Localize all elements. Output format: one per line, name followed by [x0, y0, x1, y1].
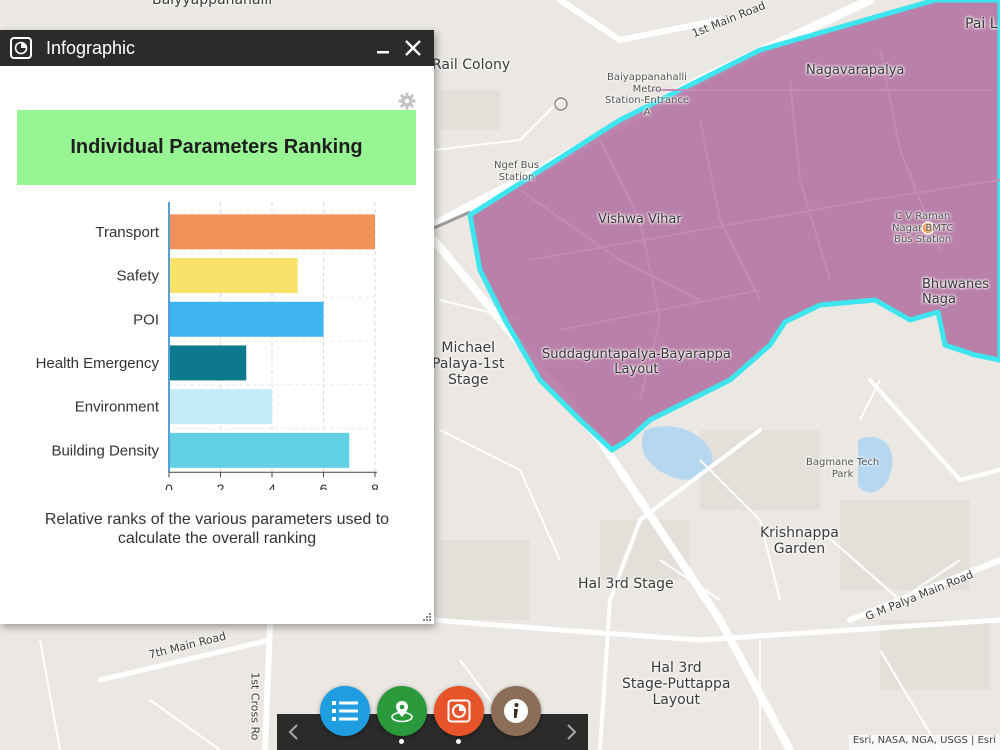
- bar-building-density: [169, 432, 350, 468]
- x-tick-label: 2: [217, 481, 225, 490]
- resize-handle-icon[interactable]: [421, 611, 431, 621]
- bar-health-emergency: [169, 345, 247, 381]
- close-button[interactable]: [400, 35, 426, 61]
- x-tick-label: 8: [371, 481, 379, 490]
- category-label: POI: [133, 311, 159, 328]
- category-label: Safety: [116, 268, 159, 285]
- bar-poi: [169, 301, 324, 337]
- map-label-1st-cross-road: 1st Cross Ro: [248, 672, 262, 741]
- map-label-metro-station: Baiyappanahalli Metro Station-Entrance A: [605, 72, 689, 118]
- layer-list-button[interactable]: [320, 686, 370, 736]
- map-label-nagavarapalya: Nagavarapalya: [806, 63, 905, 78]
- infographic-panel: Infographic Individual Parameters Rankin…: [0, 30, 434, 624]
- active-indicator: [456, 739, 461, 744]
- bar-safety: [169, 258, 298, 294]
- x-tick-label: 6: [320, 481, 328, 490]
- map-label-pai-layout: Pai L: [965, 16, 998, 32]
- map-label-bhuwaneshwari-nagar: Bhuwanes Naga: [922, 277, 990, 307]
- minimize-button[interactable]: [370, 35, 396, 61]
- settings-button[interactable]: [398, 92, 416, 110]
- map-pin-icon: [391, 701, 413, 723]
- chevron-left-icon: [288, 724, 298, 740]
- location-button[interactable]: [377, 686, 427, 736]
- map-label-hal-puttappa-layout: Hal 3rd Stage-Puttappa Layout: [622, 660, 731, 709]
- map-label-krishnappa-garden: Krishnappa Garden: [760, 525, 839, 558]
- map-label-bagmane-tech-park: Bagmane Tech Park: [806, 457, 880, 480]
- map-label-cv-raman-bus-station: C V Raman Nagar BMTC Bus Station: [892, 211, 954, 245]
- infographic-icon: [447, 699, 471, 723]
- category-label: Health Emergency: [36, 355, 160, 372]
- ranking-bar-chart: Transport Safety POI Health Emergency Enviro…: [36, 202, 379, 490]
- panel-header[interactable]: Infographic: [0, 30, 434, 66]
- map-label-ngef-bus-station: Ngef Bus Station: [494, 160, 540, 183]
- chart-title: Individual Parameters Ranking: [70, 136, 363, 158]
- x-tick-label: 0: [165, 481, 173, 490]
- info-icon: [504, 699, 528, 723]
- map-label-suddaguntapalya: Suddaguntapalya-Bayarappa Layout: [542, 347, 731, 377]
- close-icon: [405, 40, 421, 56]
- infographic-icon: [10, 37, 32, 59]
- panel-title: Infographic: [46, 37, 136, 58]
- map-attribution: Esri, NASA, NGA, USGS | Esri: [848, 735, 1000, 750]
- map-label-michael-palaya: Michael Palaya-1st Stage: [432, 340, 505, 389]
- map-label-hal-3rd-stage: Hal 3rd Stage: [578, 576, 674, 592]
- toolbar-next-button[interactable]: [560, 720, 584, 744]
- toolbar-prev-button[interactable]: [281, 720, 305, 744]
- chart-title-box: Individual Parameters Ranking: [17, 110, 416, 185]
- gear-icon: [398, 92, 416, 110]
- chart-caption: Relative ranks of the various parameters…: [44, 511, 390, 548]
- category-label: Building Density: [51, 442, 159, 459]
- category-label: Environment: [75, 399, 160, 416]
- minimize-icon: [377, 51, 389, 54]
- active-indicator: [399, 739, 404, 744]
- about-button[interactable]: [491, 686, 541, 736]
- bar-transport: [169, 214, 375, 250]
- bar-environment: [169, 389, 272, 425]
- category-label: Transport: [95, 224, 159, 241]
- x-tick-label: 4: [268, 481, 276, 490]
- map-label-vishwa-vihar: Vishwa Vihar: [598, 212, 682, 227]
- map-label-baiyyappanahalli: Baiyyappanahalli: [152, 0, 273, 8]
- map-label-rail-colony: Rail Colony: [432, 57, 511, 73]
- chevron-right-icon: [567, 724, 577, 740]
- infographic-button[interactable]: [434, 686, 484, 736]
- layer-list-icon: [332, 701, 358, 721]
